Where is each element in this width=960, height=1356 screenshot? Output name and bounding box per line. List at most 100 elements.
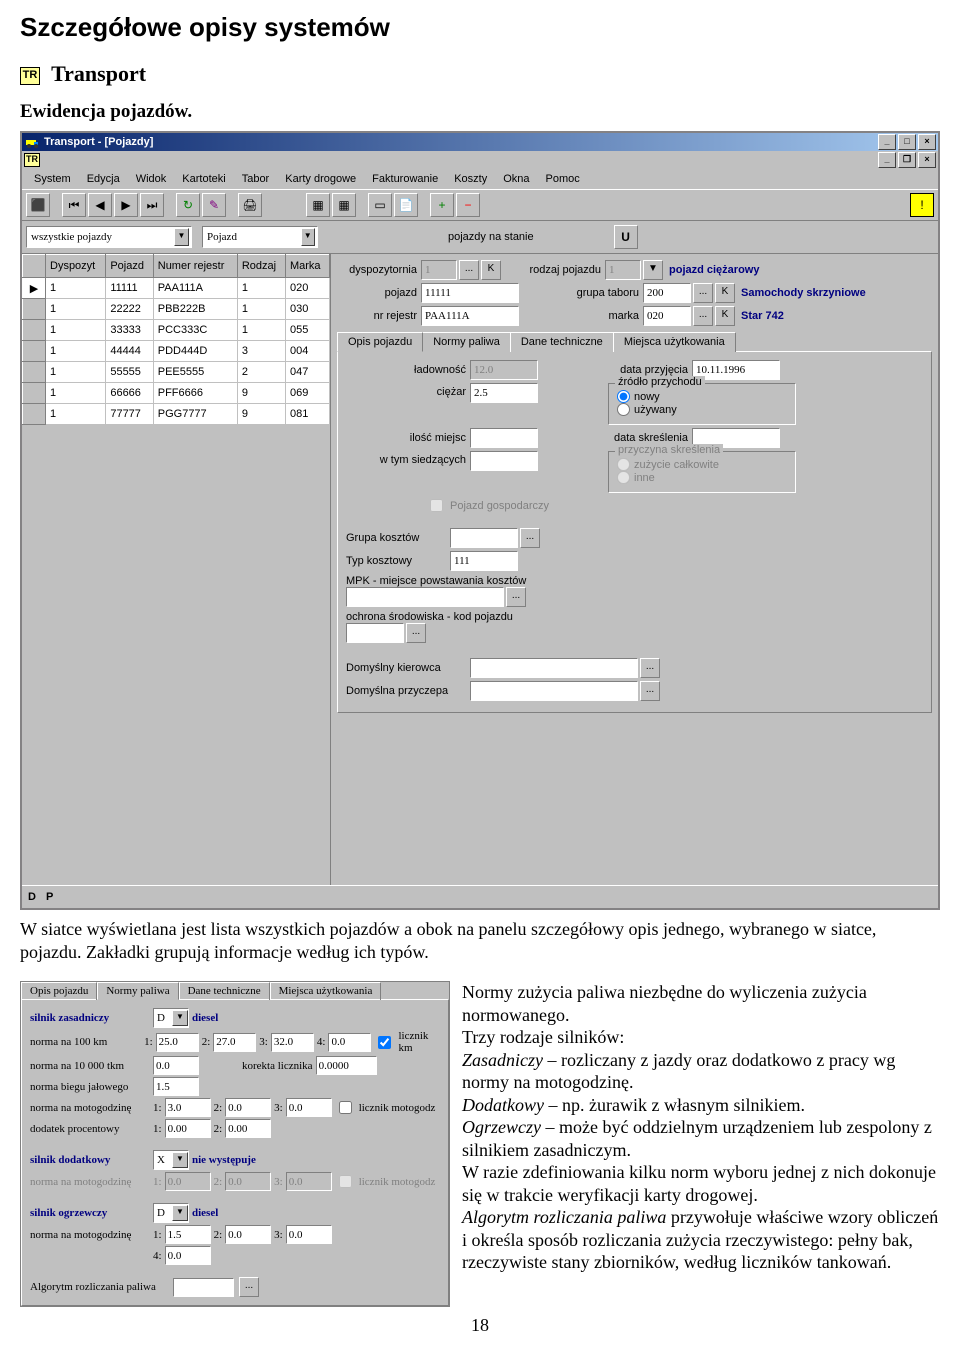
- vehicle-grid[interactable]: Dyspozyt Pojazd Numer rejestr Rodzaj Mar…: [22, 254, 330, 425]
- radio-uzywany[interactable]: używany: [617, 403, 787, 416]
- table-row[interactable]: ▶111111PAA111A1020: [23, 278, 330, 299]
- radio-nowy[interactable]: nowy: [617, 390, 787, 403]
- menu-widok[interactable]: Widok: [128, 171, 175, 187]
- menu-okna[interactable]: Okna: [495, 171, 537, 187]
- filter-type-input[interactable]: [205, 230, 301, 244]
- grupa-lookup-button[interactable]: ...: [693, 283, 713, 303]
- close-button[interactable]: ×: [918, 134, 936, 150]
- menu-tabor[interactable]: Tabor: [234, 171, 278, 187]
- grupa-kosztow-lookup[interactable]: ...: [520, 528, 540, 548]
- n100-1[interactable]: 25.0: [156, 1033, 199, 1052]
- table-row[interactable]: 177777PGG77779081: [23, 404, 330, 425]
- ochrona-lookup[interactable]: ...: [406, 623, 426, 643]
- s3-motog-3[interactable]: 0.0: [286, 1225, 332, 1244]
- menu-system[interactable]: System: [26, 171, 79, 187]
- proc-1[interactable]: 0.00: [165, 1119, 211, 1138]
- rodzaj-drop-button[interactable]: ▼: [643, 260, 663, 280]
- door-icon[interactable]: ⬛: [26, 193, 50, 217]
- doc-button[interactable]: 📄: [394, 193, 418, 217]
- data-przyjecia-field[interactable]: 10.11.1996: [692, 360, 780, 380]
- menu-kartoteki[interactable]: Kartoteki: [174, 171, 233, 187]
- tab-miejsca[interactable]: Miejsca użytkowania: [613, 332, 736, 352]
- pojazd-field[interactable]: 11111: [421, 283, 519, 303]
- korekta-field[interactable]: 0.0000: [316, 1056, 377, 1075]
- przyczepa-lookup[interactable]: ...: [640, 681, 660, 701]
- kierowca-field[interactable]: [470, 658, 638, 678]
- table-row[interactable]: 144444PDD444D3004: [23, 341, 330, 362]
- norms-tab-normy[interactable]: Normy paliwa: [97, 982, 178, 1000]
- filter-vehicles-input[interactable]: [29, 230, 174, 244]
- motog-1[interactable]: 3.0: [165, 1098, 211, 1117]
- nav-last-button[interactable]: ⏭: [140, 193, 164, 217]
- siedzacych-field[interactable]: [470, 451, 538, 471]
- edit-button[interactable]: ✎: [202, 193, 226, 217]
- col-numer[interactable]: Numer rejestr: [153, 255, 237, 278]
- grupa-taboru-field[interactable]: 200: [643, 283, 691, 303]
- calendar2-button[interactable]: ▦: [332, 193, 356, 217]
- menu-pomoc[interactable]: Pomoc: [538, 171, 588, 187]
- table-row[interactable]: 122222PBB222B1030: [23, 299, 330, 320]
- tab-opis[interactable]: Opis pojazdu: [337, 332, 423, 352]
- motog-2[interactable]: 0.0: [225, 1098, 271, 1117]
- alg-field[interactable]: [173, 1278, 234, 1297]
- menu-fakturowanie[interactable]: Fakturowanie: [364, 171, 446, 187]
- przyczepa-field[interactable]: [470, 681, 638, 701]
- ochrona-field[interactable]: [346, 623, 404, 643]
- menu-koszty[interactable]: Koszty: [446, 171, 495, 187]
- inner-restore-button[interactable]: ❐: [898, 152, 916, 168]
- refresh-button[interactable]: ↻: [176, 193, 200, 217]
- n100-2[interactable]: 27.0: [213, 1033, 256, 1052]
- norms-tab-miejsca[interactable]: Miejsca użytkowania: [270, 982, 382, 1000]
- nav-prev-button[interactable]: ◀: [88, 193, 112, 217]
- dyspozytornia-k-button[interactable]: K: [481, 260, 501, 280]
- chevron-down-icon[interactable]: ▼: [174, 228, 189, 246]
- minimize-button[interactable]: _: [878, 134, 896, 150]
- dyspozytornia-lookup-button[interactable]: ...: [459, 260, 479, 280]
- add-button[interactable]: +: [430, 193, 454, 217]
- licznik-motog-check[interactable]: licznik motogodz: [335, 1098, 436, 1117]
- menu-karty-drogowe[interactable]: Karty drogowe: [277, 171, 364, 187]
- n10000-field[interactable]: 0.0: [153, 1056, 199, 1075]
- marka-k-button[interactable]: K: [715, 306, 735, 326]
- table-row[interactable]: 155555PEE55552047: [23, 362, 330, 383]
- marka-field[interactable]: 020: [643, 306, 691, 326]
- grupa-k-button[interactable]: K: [715, 283, 735, 303]
- col-pojazd[interactable]: Pojazd: [106, 255, 153, 278]
- table-row[interactable]: 133333PCC333C1055: [23, 320, 330, 341]
- remove-button[interactable]: −: [456, 193, 480, 217]
- col-rodzaj[interactable]: Rodzaj: [237, 255, 285, 278]
- nr-rejestr-field[interactable]: PAA111A: [421, 306, 519, 326]
- menu-edycja[interactable]: Edycja: [79, 171, 128, 187]
- warning-icon[interactable]: !: [910, 193, 934, 217]
- norms-tab-opis[interactable]: Opis pojazdu: [21, 982, 97, 1000]
- motog-3[interactable]: 0.0: [286, 1098, 332, 1117]
- filter-type-combo[interactable]: ▼: [202, 226, 318, 248]
- kierowca-lookup[interactable]: ...: [640, 658, 660, 678]
- col-marka[interactable]: Marka: [285, 255, 329, 278]
- nav-first-button[interactable]: ⏮: [62, 193, 86, 217]
- ciezar-field[interactable]: 2.5: [470, 383, 538, 403]
- mpk-lookup[interactable]: ...: [506, 587, 526, 607]
- grupa-kosztow-field[interactable]: [450, 528, 518, 548]
- s3-motog-1[interactable]: 1.5: [165, 1225, 211, 1244]
- tab-dane[interactable]: Dane techniczne: [510, 332, 614, 352]
- s3-motog-4[interactable]: 0.0: [165, 1246, 211, 1265]
- ilosc-miejsc-field[interactable]: [470, 428, 538, 448]
- mpk-field[interactable]: [346, 587, 504, 607]
- print-button[interactable]: 🖨: [238, 193, 262, 217]
- s1-type-combo[interactable]: D▼: [153, 1008, 189, 1028]
- inner-minimize-button[interactable]: _: [878, 152, 896, 168]
- typ-kosztowy-field[interactable]: 111: [450, 551, 518, 571]
- s2-type-combo[interactable]: X▼: [153, 1150, 189, 1170]
- col-dyspozyt[interactable]: Dyspozyt: [46, 255, 106, 278]
- proc-2[interactable]: 0.00: [225, 1119, 271, 1138]
- filter-vehicles-combo[interactable]: ▼: [26, 226, 192, 248]
- norms-tab-dane[interactable]: Dane techniczne: [179, 982, 270, 1000]
- s3-type-combo[interactable]: D▼: [153, 1203, 189, 1223]
- maximize-button[interactable]: □: [898, 134, 916, 150]
- marka-lookup-button[interactable]: ...: [693, 306, 713, 326]
- licznik-km-check[interactable]: licznik km: [374, 1030, 440, 1054]
- chevron-down-icon[interactable]: ▼: [301, 228, 315, 246]
- s3-motog-2[interactable]: 0.0: [225, 1225, 271, 1244]
- n100-4[interactable]: 0.0: [328, 1033, 371, 1052]
